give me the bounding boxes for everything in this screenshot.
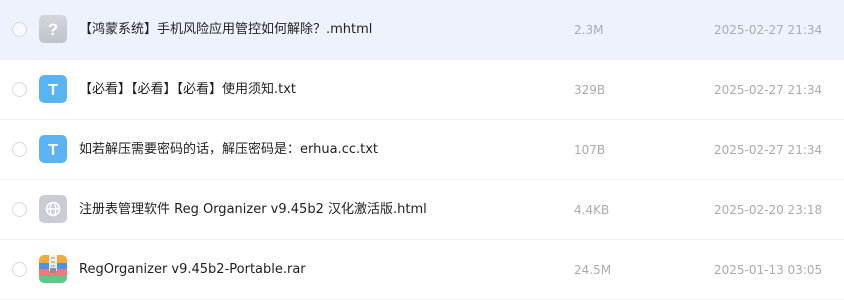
file-row[interactable]: T 如若解压需要密码的话，解压密码是：erhua.cc.txt 107B 202… xyxy=(0,120,844,180)
row-checkbox[interactable] xyxy=(12,202,27,217)
svg-text:T: T xyxy=(48,142,58,159)
file-size: 329B xyxy=(574,83,606,97)
text-file-icon: T xyxy=(39,75,67,103)
svg-text:T: T xyxy=(48,82,58,99)
file-row[interactable]: T 【必看】【必看】【必看】使用须知.txt 329B 2025-02-27 2… xyxy=(0,60,844,120)
file-list: ? 【鸿蒙系统】手机风险应用管控如何解除？.mhtml 2.3M 2025-02… xyxy=(0,0,844,300)
row-checkbox[interactable] xyxy=(12,82,27,97)
archive-file-icon xyxy=(39,255,67,283)
file-date: 2025-02-20 23:18 xyxy=(714,203,823,217)
text-file-icon: T xyxy=(39,135,67,163)
file-name[interactable]: 注册表管理软件 Reg Organizer v9.45b2 汉化激活版.html xyxy=(79,201,427,219)
row-checkbox[interactable] xyxy=(12,22,27,37)
unknown-file-icon: ? xyxy=(39,15,67,43)
file-row[interactable]: ? 【鸿蒙系统】手机风险应用管控如何解除？.mhtml 2.3M 2025-02… xyxy=(0,0,844,60)
file-name[interactable]: RegOrganizer v9.45b2-Portable.rar xyxy=(79,261,306,279)
file-name[interactable]: 【必看】【必看】【必看】使用须知.txt xyxy=(79,81,296,99)
file-row[interactable]: 注册表管理软件 Reg Organizer v9.45b2 汉化激活版.html… xyxy=(0,180,844,240)
row-checkbox[interactable] xyxy=(12,262,27,277)
web-file-icon xyxy=(39,195,67,223)
file-date: 2025-02-27 21:34 xyxy=(714,143,823,157)
file-date: 2025-02-27 21:34 xyxy=(714,23,823,37)
svg-text:?: ? xyxy=(48,20,58,39)
file-size: 2.3M xyxy=(574,23,604,37)
row-checkbox[interactable] xyxy=(12,142,27,157)
file-name[interactable]: 【鸿蒙系统】手机风险应用管控如何解除？.mhtml xyxy=(79,21,372,39)
file-size: 24.5M xyxy=(574,263,612,277)
file-row[interactable]: RegOrganizer v9.45b2-Portable.rar 24.5M … xyxy=(0,240,844,300)
file-size: 4.4KB xyxy=(574,203,610,217)
file-name[interactable]: 如若解压需要密码的话，解压密码是：erhua.cc.txt xyxy=(79,141,378,159)
file-date: 2025-02-27 21:34 xyxy=(714,83,823,97)
file-size: 107B xyxy=(574,143,606,157)
file-date: 2025-01-13 03:05 xyxy=(714,263,823,277)
